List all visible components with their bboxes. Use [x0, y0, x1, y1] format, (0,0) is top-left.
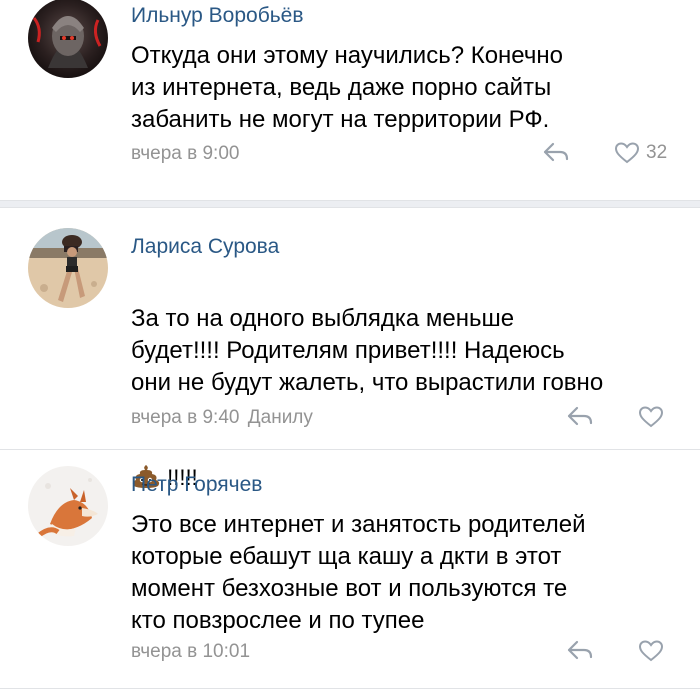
avatar-image-fox: [28, 466, 108, 546]
reply-arrow-icon: [567, 406, 593, 426]
comment-item: Лариса Сурова За то на одного выблядка м…: [0, 210, 700, 490]
comment-text: Откуда они этому научились? Конечно из и…: [131, 42, 563, 133]
heart-icon: [638, 640, 664, 662]
comment-meta: вчера в 9:40 Данилу: [131, 406, 313, 430]
avatar-image-beach: [28, 228, 108, 308]
comment-item: Ильнур Воробьёв Откуда они этому научили…: [0, 0, 700, 190]
comment-author[interactable]: Лариса Сурова: [131, 234, 680, 260]
comment-time[interactable]: вчера в 9:40: [131, 407, 239, 428]
avatar[interactable]: [28, 228, 108, 308]
reply-arrow-icon: [543, 142, 569, 162]
comment-item: Петр Горячев Это все интернет и занятост…: [0, 450, 700, 700]
comment-text-main: За то на одного выблядка меньше будет!!!…: [131, 305, 604, 396]
comment-meta: вчера в 9:00: [131, 142, 239, 166]
comment-separator: [0, 200, 700, 208]
avatar[interactable]: [28, 466, 108, 546]
reply-button[interactable]: [566, 404, 594, 428]
reply-button[interactable]: [542, 140, 570, 164]
like-count: 32: [646, 142, 668, 163]
avatar[interactable]: [28, 0, 108, 78]
comment-time[interactable]: вчера в 10:01: [131, 641, 250, 662]
reply-arrow-icon: [567, 640, 593, 660]
comment-divider: [0, 688, 700, 689]
comments-feed: Ильнур Воробьёв Откуда они этому научили…: [0, 0, 700, 700]
avatar-image-warrior: [28, 0, 108, 78]
comment-text: Это все интернет и занятость родителей к…: [131, 511, 586, 634]
heart-icon: [614, 142, 640, 164]
comment-meta: вчера в 10:01: [131, 640, 250, 664]
reply-button[interactable]: [566, 638, 594, 662]
like-button[interactable]: [638, 638, 664, 664]
comment-time[interactable]: вчера в 9:00: [131, 143, 239, 164]
comment-reply-to[interactable]: Данилу: [248, 407, 313, 428]
like-button[interactable]: [638, 404, 664, 430]
comment-author[interactable]: Петр Горячев: [131, 472, 680, 498]
comment-author[interactable]: Ильнур Воробьёв: [131, 3, 680, 29]
like-button[interactable]: 32: [614, 140, 667, 166]
heart-icon: [638, 406, 664, 428]
